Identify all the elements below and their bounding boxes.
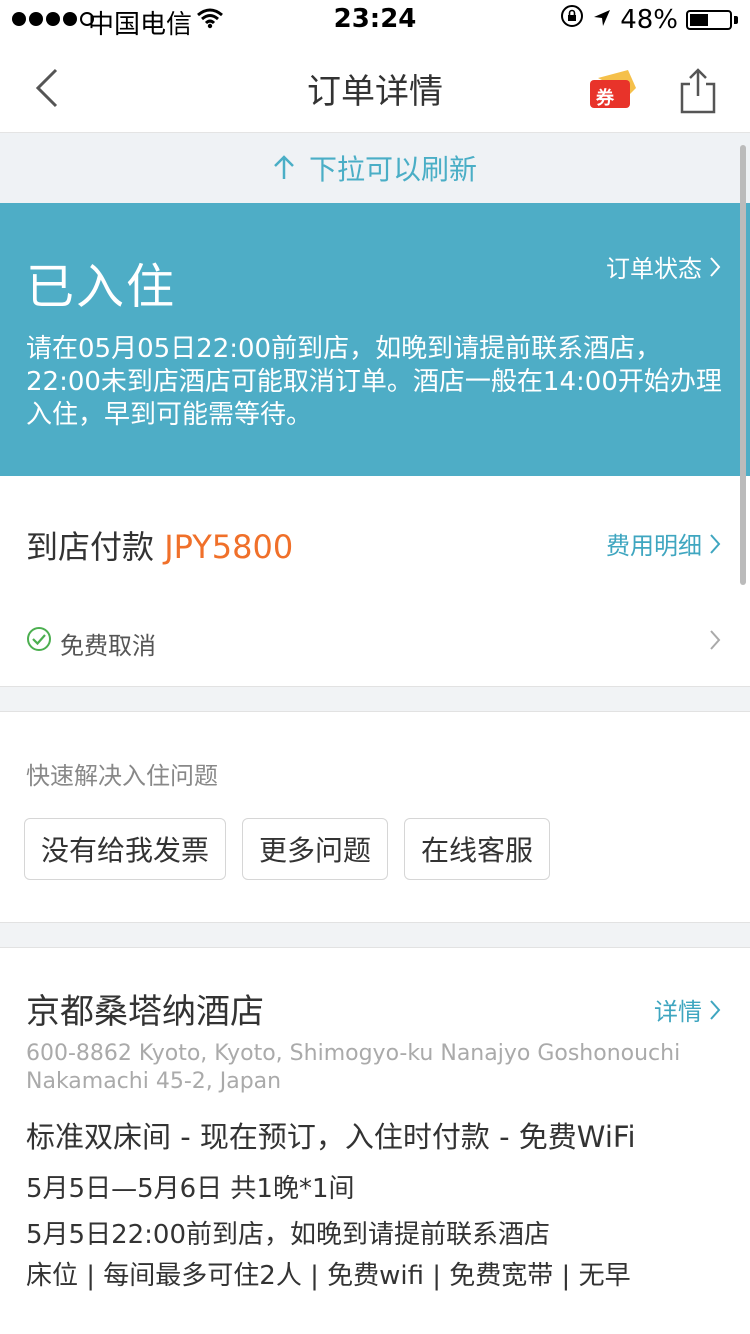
arrival-deadline: 5月5日22:00前到店，如晚到请提前联系酒店	[26, 1220, 551, 1250]
navigation-bar: 订单详情 券	[0, 40, 750, 133]
quick-help-heading: 快速解决入住问题	[26, 762, 218, 790]
stay-dates: 5月5日—5月6日 共1晚*1间	[26, 1174, 355, 1204]
hotel-details-link[interactable]: 详情	[654, 992, 722, 1027]
chevron-right-icon	[710, 256, 721, 277]
order-status-panel: 已入住 订单状态 请在05月05日22:00前到店，如晚到请提前联系酒店，22:…	[0, 203, 750, 476]
payment-row: 到店付款 JPY5800 费用明细	[0, 476, 750, 606]
arrival-notice: 请在05月05日22:00前到店，如晚到请提前联系酒店，22:00未到店酒店可能…	[26, 334, 722, 430]
arrow-up-icon	[274, 155, 294, 179]
hotel-name: 京都桑塔纳酒店	[26, 992, 264, 1032]
hotel-info-section: 京都桑塔纳酒店 详情 600-8862 Kyoto, Kyoto, Shimog…	[0, 948, 750, 1334]
fee-details-link[interactable]: 费用明细	[606, 526, 722, 561]
coupon-button[interactable]: 券	[588, 68, 638, 112]
share-icon	[680, 68, 716, 114]
hotel-details-label: 详情	[654, 998, 702, 1026]
scrollbar[interactable]	[740, 145, 746, 585]
online-support-button[interactable]: 在线客服	[404, 818, 551, 880]
room-type: 标准双床间 - 现在预订，入住时付款 - 免费WiFi	[26, 1120, 636, 1154]
battery-percent: 48%	[620, 4, 678, 35]
check-circle-icon	[26, 626, 52, 656]
section-divider	[0, 922, 750, 948]
payment-method-label: 到店付款	[26, 528, 155, 566]
status-bar: 中国电信 23:24 48%	[0, 0, 750, 40]
quick-help-section: 快速解决入住问题 没有给我发票 更多问题 在线客服	[0, 712, 750, 922]
order-status-title: 已入住	[26, 259, 177, 315]
location-arrow-icon	[592, 5, 612, 35]
pull-to-refresh: 下拉可以刷新	[0, 133, 750, 203]
chevron-right-icon	[708, 628, 722, 656]
fee-details-label: 费用明细	[606, 532, 702, 560]
rotation-lock-icon	[560, 4, 584, 35]
order-status-link-label: 订单状态	[606, 255, 702, 283]
order-status-link[interactable]: 订单状态	[606, 249, 722, 284]
chevron-right-icon	[710, 533, 721, 554]
coupon-label: 券	[596, 88, 614, 109]
pull-refresh-label: 下拉可以刷新	[308, 153, 477, 186]
free-cancellation-label: 免费取消	[60, 632, 156, 660]
battery-icon	[686, 9, 732, 30]
cancellation-policy-row[interactable]: 免费取消	[0, 606, 750, 686]
share-button[interactable]	[678, 66, 718, 116]
no-invoice-button[interactable]: 没有给我发票	[24, 818, 227, 880]
more-questions-button[interactable]: 更多问题	[242, 818, 389, 880]
hotel-address: 600-8862 Kyoto, Kyoto, Shimogyo-ku Nanaj…	[26, 1041, 681, 1094]
chevron-right-icon	[710, 999, 721, 1020]
room-amenities: 床位 | 每间最多可住2人 | 免费wifi | 免费宽带 | 无早	[26, 1261, 631, 1291]
section-divider	[0, 686, 750, 712]
payment-amount: JPY5800	[164, 528, 294, 566]
